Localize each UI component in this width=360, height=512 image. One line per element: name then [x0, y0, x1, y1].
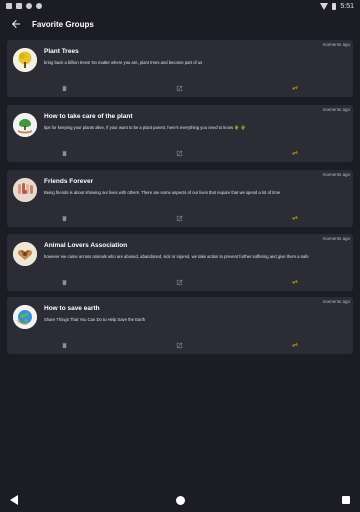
card-actions	[7, 340, 353, 350]
friends-hands-avatar-icon	[13, 178, 37, 202]
link-button[interactable]	[290, 213, 300, 223]
group-description: bring back a billion trees! No matter wh…	[44, 60, 203, 65]
home-circle-icon[interactable]	[175, 495, 185, 505]
group-title: Plant Trees	[44, 48, 79, 55]
group-title: Friends Forever	[44, 178, 94, 185]
battery-icon	[332, 2, 337, 10]
link-icon	[292, 343, 298, 347]
post-time: moments ago	[322, 42, 350, 47]
group-description: Share Things That You Can Do to Help Sav…	[44, 317, 146, 322]
app-bar: Favorite Groups	[0, 12, 360, 36]
post-time: moments ago	[322, 172, 350, 177]
link-icon	[292, 86, 298, 90]
group-title: Animal Lovers Association	[44, 242, 128, 249]
link-icon	[292, 216, 298, 220]
group-title: How to save earth	[44, 305, 100, 312]
group-card[interactable]: moments ago How to take care of the plan…	[7, 105, 353, 162]
card-actions	[7, 277, 353, 287]
post-time: moments ago	[322, 107, 350, 112]
share-button[interactable]	[174, 340, 184, 350]
navigation-bar	[0, 488, 360, 512]
trash-icon	[61, 342, 67, 348]
link-icon	[292, 280, 298, 284]
status-bar: 5:51	[0, 0, 360, 12]
earth-avatar-icon	[13, 305, 37, 329]
back-button[interactable]	[4, 12, 28, 36]
delete-button[interactable]	[59, 148, 69, 158]
delete-button[interactable]	[59, 277, 69, 287]
status-bar-right: 5:51	[320, 2, 354, 10]
link-button[interactable]	[290, 340, 300, 350]
group-card[interactable]: moments ago Plant Trees bring back a bil…	[7, 40, 353, 97]
calendar-icon	[16, 3, 22, 9]
link-icon	[292, 151, 298, 155]
page-title: Favorite Groups	[32, 19, 94, 29]
group-card[interactable]: moments ago Animal Lovers Association ho…	[7, 234, 353, 291]
share-button[interactable]	[174, 213, 184, 223]
share-icon	[176, 85, 182, 91]
settings-icon	[26, 3, 32, 9]
tree-avatar-icon	[13, 48, 37, 72]
post-time: moments ago	[322, 236, 350, 241]
group-title: How to take care of the plant	[44, 113, 133, 120]
trash-icon	[61, 85, 67, 91]
delete-button[interactable]	[59, 213, 69, 223]
wifi-icon	[320, 2, 329, 10]
image-icon	[6, 3, 12, 9]
arrow-left-icon	[12, 20, 20, 28]
delete-button[interactable]	[59, 83, 69, 93]
group-card[interactable]: moments ago Friends Forever Being friend…	[7, 170, 353, 227]
circle-icon	[36, 3, 42, 9]
card-actions	[7, 213, 353, 223]
share-icon	[176, 342, 182, 348]
share-button[interactable]	[174, 148, 184, 158]
recents-square-icon[interactable]	[342, 496, 350, 504]
group-description: tips for keeping your plants alive, If y…	[44, 125, 246, 130]
link-button[interactable]	[290, 148, 300, 158]
trash-icon	[61, 150, 67, 156]
share-icon	[176, 150, 182, 156]
status-bar-left	[6, 3, 42, 9]
status-time: 5:51	[340, 2, 354, 10]
share-icon	[176, 279, 182, 285]
delete-button[interactable]	[59, 340, 69, 350]
trash-icon	[61, 215, 67, 221]
plant-in-hand-avatar-icon	[13, 113, 37, 137]
share-button[interactable]	[174, 277, 184, 287]
card-actions	[7, 148, 353, 158]
paw-heart-avatar-icon	[13, 242, 37, 266]
group-card[interactable]: moments ago How to save earth Share Thin…	[7, 297, 353, 354]
back-triangle-icon[interactable]	[10, 495, 18, 505]
card-actions	[7, 83, 353, 93]
post-time: moments ago	[322, 299, 350, 304]
group-description: Being friends is about showing our lives…	[44, 190, 281, 195]
link-button[interactable]	[290, 277, 300, 287]
link-button[interactable]	[290, 83, 300, 93]
trash-icon	[61, 279, 67, 285]
share-button[interactable]	[174, 83, 184, 93]
share-icon	[176, 215, 182, 221]
group-description: however we came across animals who are a…	[44, 254, 309, 259]
